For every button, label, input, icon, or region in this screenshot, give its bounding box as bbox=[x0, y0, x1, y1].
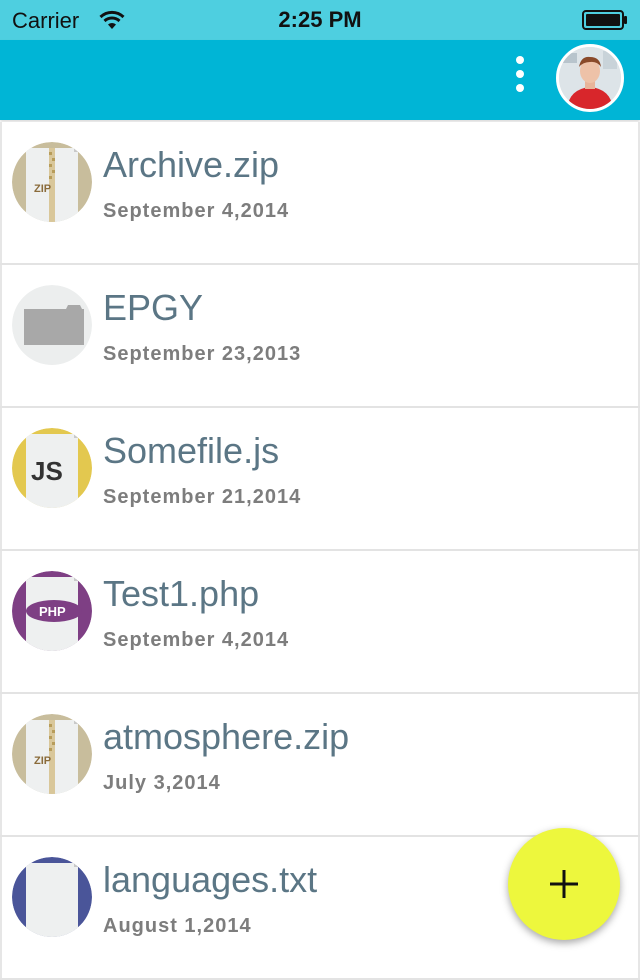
list-item[interactable]: ZIP Archive.zip September 4,2014 bbox=[0, 122, 640, 265]
user-avatar[interactable] bbox=[556, 44, 624, 112]
more-vertical-icon[interactable] bbox=[504, 52, 536, 108]
file-date: July 3,2014 bbox=[103, 772, 221, 794]
status-bar: Carrier 2:25 PM bbox=[0, 0, 640, 40]
list-item[interactable]: EPGY September 23,2013 bbox=[0, 265, 640, 408]
zip-file-icon: ZIP bbox=[12, 142, 92, 222]
file-name: languages.txt bbox=[103, 859, 318, 900]
folder-icon bbox=[12, 285, 92, 365]
app-bar bbox=[0, 40, 640, 120]
js-file-icon: JS bbox=[12, 428, 92, 508]
php-label: PHP bbox=[39, 604, 66, 619]
file-date: September 23,2013 bbox=[103, 343, 302, 365]
zip-label: ZIP bbox=[34, 755, 51, 767]
js-label: JS bbox=[31, 456, 63, 486]
php-file-icon: PHP bbox=[12, 571, 92, 651]
add-file-button[interactable] bbox=[508, 828, 620, 940]
battery-full-icon bbox=[582, 10, 627, 30]
plus-icon bbox=[550, 870, 578, 898]
file-name: EPGY bbox=[103, 287, 204, 328]
zip-label: ZIP bbox=[34, 183, 51, 195]
file-name: atmosphere.zip bbox=[103, 716, 350, 757]
list-item[interactable]: PHP Test1.php September 4,2014 bbox=[0, 551, 640, 694]
list-item[interactable]: ZIP atmosphere.zip July 3,2014 bbox=[0, 694, 640, 837]
file-name: Somefile.js bbox=[103, 430, 280, 471]
file-date: September 4,2014 bbox=[103, 200, 290, 222]
file-date: August 1,2014 bbox=[103, 915, 252, 937]
file-name: Archive.zip bbox=[103, 144, 280, 185]
zip-file-icon: ZIP bbox=[12, 714, 92, 794]
list-item[interactable]: JS Somefile.js September 21,2014 bbox=[0, 408, 640, 551]
file-name: Test1.php bbox=[103, 573, 260, 614]
file-date: September 21,2014 bbox=[103, 486, 302, 508]
txt-file-icon bbox=[12, 857, 92, 937]
clock: 2:25 PM bbox=[278, 7, 362, 32]
file-date: September 4,2014 bbox=[103, 629, 290, 651]
